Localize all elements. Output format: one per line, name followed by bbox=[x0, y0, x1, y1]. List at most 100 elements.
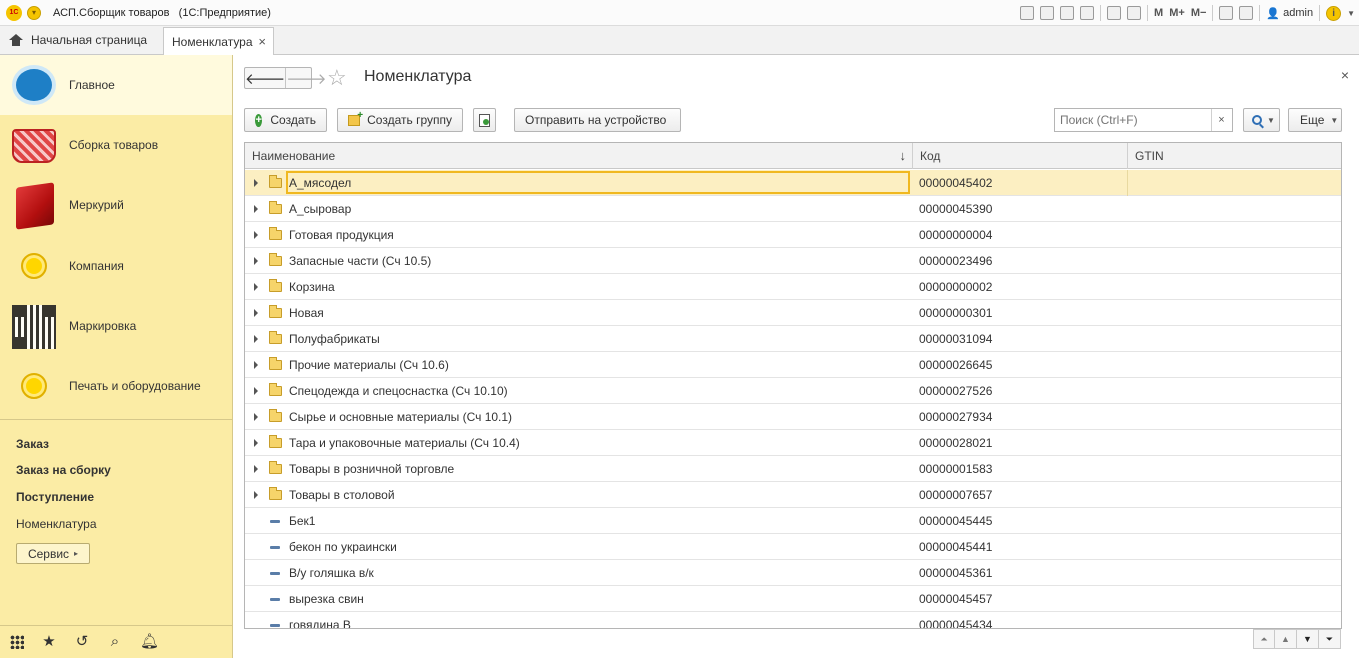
table-row[interactable]: бекон по украински 00000045441 bbox=[245, 534, 1341, 560]
table-row[interactable]: А_мясодел 00000045402 bbox=[245, 170, 1341, 196]
close-form-icon[interactable]: × bbox=[1341, 67, 1349, 83]
row-code[interactable]: 00000031094 bbox=[912, 326, 1126, 352]
cell-name[interactable]: говядина В bbox=[245, 612, 911, 628]
copy-button[interactable] bbox=[473, 108, 496, 132]
apps-grid-icon[interactable] bbox=[10, 635, 24, 649]
row-gtin[interactable] bbox=[1127, 352, 1341, 378]
table-row[interactable]: говядина В 00000045434 bbox=[245, 612, 1341, 628]
table-row[interactable]: А_сыровар 00000045390 bbox=[245, 196, 1341, 222]
table-row[interactable]: В/у голяшка в/к 00000045361 bbox=[245, 560, 1341, 586]
cell-name[interactable]: Полуфабрикаты bbox=[245, 326, 911, 352]
row-gtin[interactable] bbox=[1127, 170, 1341, 196]
cell-name[interactable]: Запасные части (Сч 10.5) bbox=[245, 248, 911, 274]
row-code[interactable]: 00000045402 bbox=[912, 170, 1126, 196]
row-gtin[interactable] bbox=[1127, 560, 1341, 586]
cell-name[interactable]: Бек1 bbox=[245, 508, 911, 534]
scroll-up-button[interactable]: ▲ bbox=[1275, 629, 1297, 649]
row-gtin[interactable] bbox=[1127, 196, 1341, 222]
cell-name[interactable]: Сырье и основные материалы (Сч 10.1) bbox=[245, 404, 911, 430]
expand-arrow-icon[interactable] bbox=[254, 361, 258, 369]
calendar-icon[interactable] bbox=[1127, 6, 1142, 20]
expand-arrow-icon[interactable] bbox=[254, 335, 258, 343]
column-header-name[interactable]: Наименование ↓ bbox=[245, 143, 912, 169]
search-icon[interactable]: ⌕ bbox=[107, 634, 123, 650]
table-row[interactable]: Новая 00000000301 bbox=[245, 300, 1341, 326]
expand-arrow-icon[interactable] bbox=[254, 205, 258, 213]
cell-name[interactable]: Новая bbox=[245, 300, 911, 326]
cell-name[interactable]: Спецодежда и спецоснастка (Сч 10.10) bbox=[245, 378, 911, 404]
table-row[interactable]: Спецодежда и спецоснастка (Сч 10.10) 0000… bbox=[245, 378, 1341, 404]
table-row[interactable]: Запасные части (Сч 10.5) 00000023496 bbox=[245, 248, 1341, 274]
row-gtin[interactable] bbox=[1127, 482, 1341, 508]
expand-arrow-icon[interactable] bbox=[254, 179, 258, 187]
back-button[interactable]: 🡐 bbox=[245, 68, 285, 88]
cell-name[interactable]: Корзина bbox=[245, 274, 911, 300]
calculator-icon[interactable] bbox=[1107, 6, 1122, 20]
search-input[interactable] bbox=[1055, 113, 1211, 127]
expand-arrow-icon[interactable] bbox=[254, 465, 258, 473]
cell-name[interactable]: Товары в розничной торговле bbox=[245, 456, 911, 482]
table-row[interactable]: Готовая продукция 00000000004 bbox=[245, 222, 1341, 248]
row-code[interactable]: 00000001583 bbox=[912, 456, 1126, 482]
row-code[interactable]: 00000000002 bbox=[912, 274, 1126, 300]
expand-arrow-icon[interactable] bbox=[254, 491, 258, 499]
table-row[interactable]: Корзина 00000000002 bbox=[245, 274, 1341, 300]
row-code[interactable]: 00000045441 bbox=[912, 534, 1126, 560]
cell-name[interactable]: вырезка свин bbox=[245, 586, 911, 612]
forward-button[interactable]: 🡒 bbox=[285, 68, 326, 88]
expand-arrow-icon[interactable] bbox=[254, 257, 258, 265]
row-gtin[interactable] bbox=[1127, 326, 1341, 352]
save-icon[interactable] bbox=[1020, 6, 1035, 20]
star-icon[interactable]: ★ bbox=[41, 634, 57, 650]
clear-search-icon[interactable]: × bbox=[1211, 109, 1231, 131]
nomenclature-table[interactable]: Наименование ↓ Код GTIN А_мясодел 0000004… bbox=[244, 142, 1342, 629]
expand-arrow-icon[interactable] bbox=[254, 413, 258, 421]
row-code[interactable]: 00000000004 bbox=[912, 222, 1126, 248]
user-menu[interactable]: 👤 admin bbox=[1266, 7, 1313, 20]
panels-icon[interactable] bbox=[1239, 6, 1254, 20]
row-gtin[interactable] bbox=[1127, 534, 1341, 560]
nav-link-assembly-order[interactable]: Заказ на сборку bbox=[16, 463, 111, 477]
more-button[interactable]: Еще ▼ bbox=[1288, 108, 1342, 132]
row-code[interactable]: 00000045445 bbox=[912, 508, 1126, 534]
table-row[interactable]: Товары в розничной торговле 00000001583 bbox=[245, 456, 1341, 482]
nav-link-order[interactable]: Заказ bbox=[16, 437, 49, 451]
row-code[interactable]: 00000045457 bbox=[912, 586, 1126, 612]
favorite-star-icon[interactable]: ☆ bbox=[327, 65, 347, 91]
service-button[interactable]: Сервис ▸ bbox=[16, 543, 90, 564]
sidebar-item-main[interactable]: Главное bbox=[0, 55, 232, 115]
printer-icon[interactable] bbox=[1080, 6, 1095, 20]
table-row[interactable]: Бек1 00000045445 bbox=[245, 508, 1341, 534]
search-field[interactable]: × bbox=[1054, 108, 1233, 132]
create-group-button[interactable]: Создать группу bbox=[337, 108, 463, 132]
scroll-top-button[interactable]: ⏶ bbox=[1253, 629, 1275, 649]
bell-icon[interactable]: 🔔︎ bbox=[140, 634, 159, 650]
cell-name[interactable]: Тара и упаковочные материалы (Сч 10.4) bbox=[245, 430, 911, 456]
row-gtin[interactable] bbox=[1127, 378, 1341, 404]
row-code[interactable]: 00000045361 bbox=[912, 560, 1126, 586]
memory-plus-button[interactable]: M+ bbox=[1169, 7, 1185, 19]
row-gtin[interactable] bbox=[1127, 612, 1341, 628]
row-gtin[interactable] bbox=[1127, 248, 1341, 274]
expand-arrow-icon[interactable] bbox=[254, 439, 258, 447]
column-header-code[interactable]: Код bbox=[912, 143, 1127, 169]
table-row[interactable]: Полуфабрикаты 00000031094 bbox=[245, 326, 1341, 352]
row-code[interactable]: 00000045434 bbox=[912, 612, 1126, 628]
row-gtin[interactable] bbox=[1127, 508, 1341, 534]
column-header-gtin[interactable]: GTIN bbox=[1127, 143, 1341, 169]
row-code[interactable]: 00000000301 bbox=[912, 300, 1126, 326]
row-code[interactable]: 00000026645 bbox=[912, 352, 1126, 378]
sidebar-item-print[interactable]: Печать и оборудование bbox=[0, 356, 232, 416]
cell-name[interactable]: А_сыровар bbox=[245, 196, 911, 222]
expand-arrow-icon[interactable] bbox=[254, 283, 258, 291]
row-gtin[interactable] bbox=[1127, 222, 1341, 248]
nav-link-nomenclature[interactable]: Номенклатура bbox=[16, 517, 97, 531]
row-gtin[interactable] bbox=[1127, 404, 1341, 430]
table-row[interactable]: Тара и упаковочные материалы (Сч 10.4) 00… bbox=[245, 430, 1341, 456]
print-icon[interactable] bbox=[1040, 6, 1055, 20]
nav-link-receipt[interactable]: Поступление bbox=[16, 490, 94, 504]
row-gtin[interactable] bbox=[1127, 430, 1341, 456]
table-row[interactable]: Товары в столовой 00000007657 bbox=[245, 482, 1341, 508]
upload-icon[interactable] bbox=[1060, 6, 1075, 20]
main-menu-button[interactable]: ▾ bbox=[27, 5, 41, 20]
